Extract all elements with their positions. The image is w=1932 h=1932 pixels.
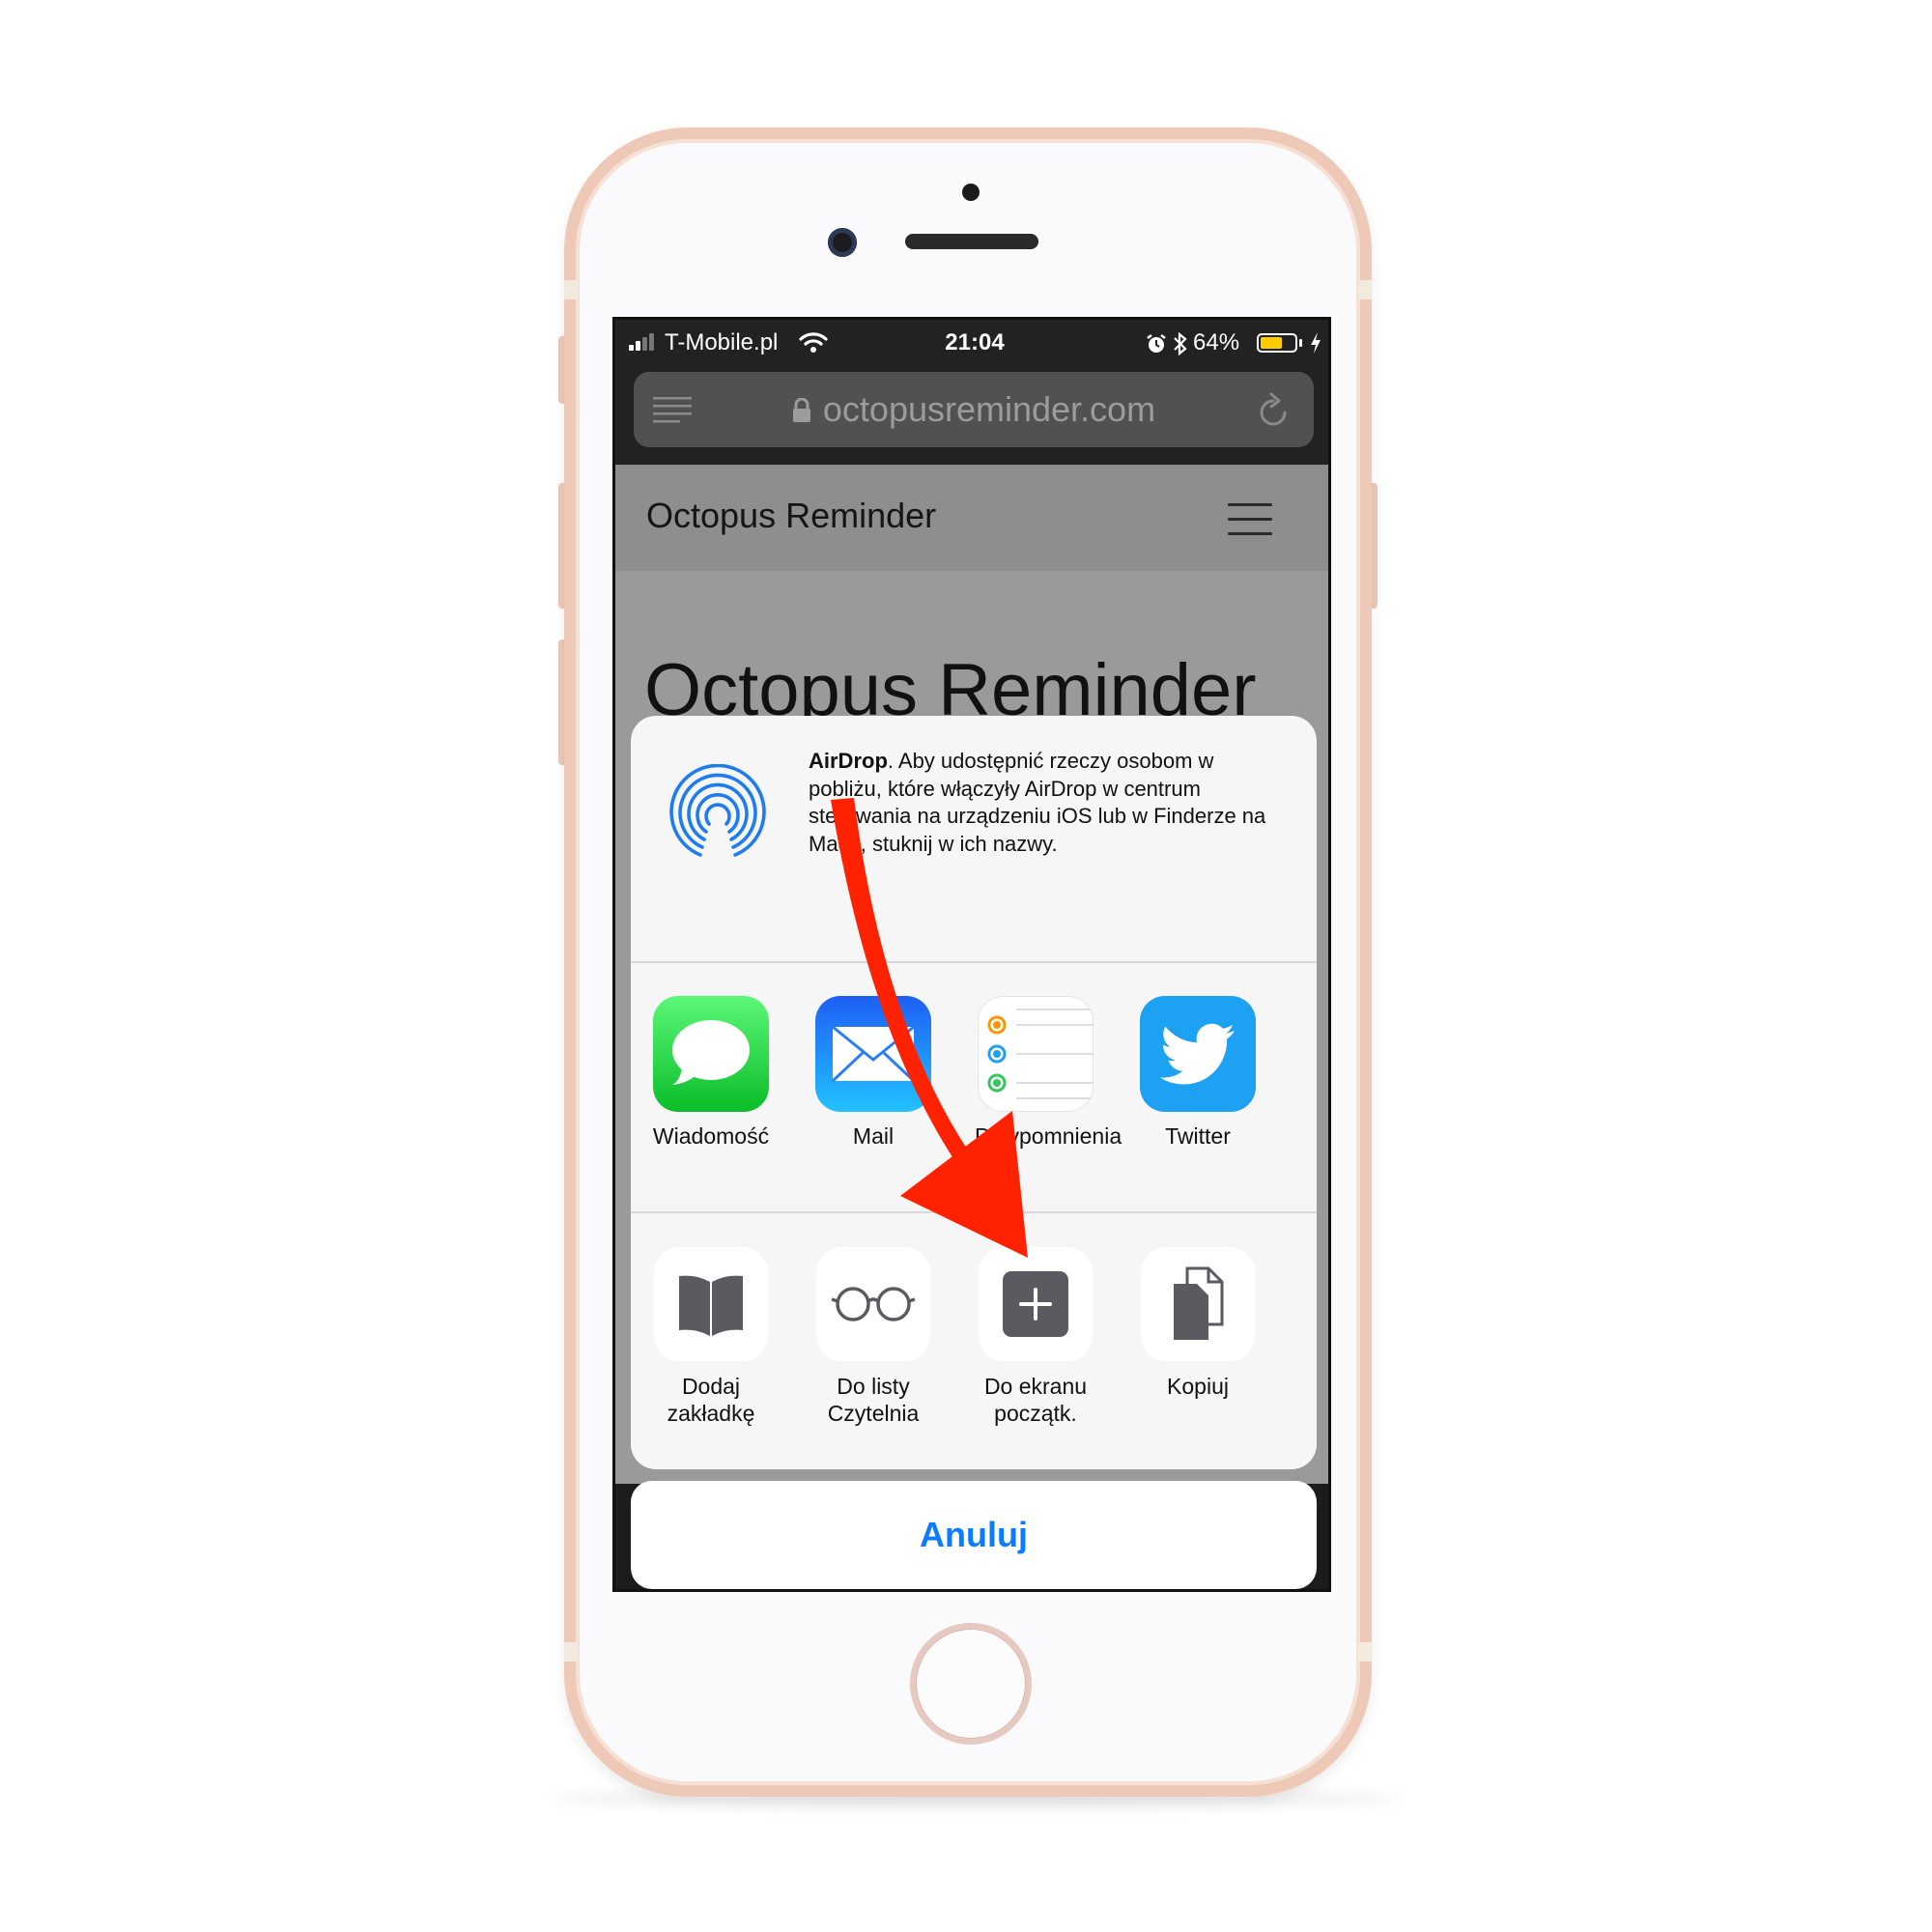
- bluetooth-icon: [1172, 331, 1189, 363]
- section-divider: [631, 1211, 1317, 1213]
- action-label: Do listy Czytelnia: [827, 1374, 920, 1426]
- glasses-icon: [816, 1247, 930, 1361]
- battery-icon: [1257, 333, 1297, 353]
- share-app-label: Przypomnienia: [975, 1123, 1122, 1149]
- charging-bolt-icon: [1309, 331, 1322, 361]
- action-label: Do ekranu początk.: [983, 1374, 1088, 1426]
- section-divider: [631, 961, 1317, 963]
- airdrop-icon: [668, 763, 768, 869]
- battery-nub: [1299, 339, 1302, 347]
- share-app-mail[interactable]: Mail: [812, 996, 934, 1150]
- proximity-sensor: [962, 184, 980, 201]
- url-text: octopusreminder.com: [822, 389, 1156, 429]
- share-app-label: Twitter: [1165, 1123, 1231, 1149]
- mail-icon: [815, 996, 931, 1112]
- antenna-band: [564, 280, 578, 299]
- reload-icon[interactable]: [1256, 391, 1291, 435]
- share-app-label: Wiadomość: [652, 1123, 770, 1149]
- share-app-twitter[interactable]: Twitter: [1137, 996, 1259, 1150]
- phone-screen: T-Mobile.pl 21:04 64% octopusreminder.co…: [612, 317, 1331, 1592]
- lock-icon: [792, 391, 811, 432]
- twitter-icon: [1140, 996, 1256, 1112]
- action-label: Dodaj zakładkę: [667, 1374, 755, 1426]
- bookmark-book-icon: [654, 1247, 768, 1361]
- share-sheet: AirDrop. Aby udostępnić rzeczy osobom w …: [631, 716, 1317, 1469]
- copy-icon: [1141, 1247, 1255, 1361]
- action-label: Kopiuj: [1167, 1374, 1229, 1399]
- cancel-button[interactable]: Anuluj: [631, 1481, 1317, 1589]
- add-square-icon: [979, 1247, 1093, 1361]
- antenna-band: [564, 1642, 578, 1662]
- action-reading-list[interactable]: Do listy Czytelnia: [810, 1247, 936, 1427]
- battery-percentage: 64%: [1193, 329, 1240, 355]
- status-bar: T-Mobile.pl 21:04 64%: [615, 320, 1328, 366]
- battery-level: [1261, 337, 1282, 349]
- home-button[interactable]: [910, 1623, 1032, 1745]
- earpiece-speaker: [905, 234, 1038, 249]
- antenna-band: [1358, 280, 1372, 299]
- messages-icon: [653, 996, 769, 1112]
- reminders-icon: [978, 996, 1094, 1112]
- front-camera: [828, 228, 857, 257]
- site-navbar: Octopus Reminder: [615, 465, 1328, 571]
- share-app-reminders[interactable]: Przypomnienia: [975, 996, 1122, 1150]
- action-add-to-home-screen[interactable]: Do ekranu początk.: [973, 1247, 1098, 1427]
- address-bar[interactable]: octopusreminder.com: [634, 372, 1314, 447]
- share-app-label: Mail: [852, 1123, 895, 1149]
- alarm-icon: [1146, 333, 1167, 361]
- antenna-band: [1358, 1642, 1372, 1662]
- url-display[interactable]: octopusreminder.com: [634, 389, 1314, 432]
- airdrop-section: AirDrop. Aby udostępnić rzeczy osobom w …: [631, 716, 1317, 961]
- airdrop-title: AirDrop: [809, 749, 888, 773]
- share-app-messages[interactable]: Wiadomość: [650, 996, 772, 1150]
- action-add-bookmark[interactable]: Dodaj zakładkę: [648, 1247, 774, 1427]
- hamburger-menu-icon[interactable]: [1228, 501, 1272, 536]
- site-brand[interactable]: Octopus Reminder: [646, 496, 936, 536]
- airdrop-description: AirDrop. Aby udostępnić rzeczy osobom w …: [809, 748, 1292, 858]
- action-copy[interactable]: Kopiuj: [1135, 1247, 1261, 1400]
